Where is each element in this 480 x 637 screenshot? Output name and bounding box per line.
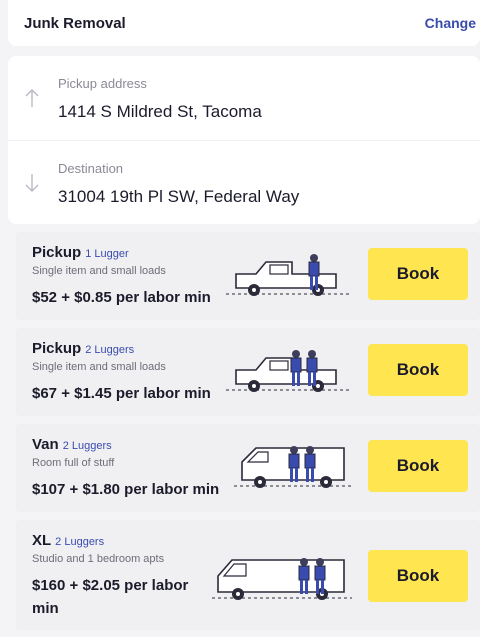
address-card: Pickup address 1414 S Mildred St, Tacoma… — [8, 56, 480, 224]
pickup-address-label: Pickup address — [58, 76, 147, 91]
vehicle-option-pickup-1[interactable]: Pickup 1 Lugger Single item and small loa… — [16, 232, 480, 320]
book-button[interactable]: Book — [368, 550, 468, 602]
vehicle-name: Pickup 1 Lugger — [32, 244, 129, 261]
vehicle-option-pickup-2[interactable]: Pickup 2 Luggers Single item and small lo… — [16, 328, 480, 416]
vehicle-name-text: XL — [32, 532, 52, 549]
vehicle-option-xl[interactable]: XL 2 Luggers Studio and 1 bedroom apts $1… — [16, 520, 480, 630]
luggers-count: 1 Lugger — [85, 248, 129, 260]
luggers-count: 2 Luggers — [85, 344, 135, 356]
xl-van-icon — [212, 548, 352, 611]
vehicle-name-text: Pickup — [32, 244, 82, 261]
vehicle-name-text: Van — [32, 436, 59, 453]
vehicle-description: Single item and small loads — [32, 265, 166, 277]
arrow-down-icon — [24, 171, 40, 195]
change-service-link[interactable]: Change — [425, 15, 476, 31]
vehicle-option-van[interactable]: Van 2 Luggers Room full of stuff $107 + $… — [16, 424, 480, 512]
book-button[interactable]: Book — [368, 344, 468, 396]
pickup-address-value: 1414 S Mildred St, Tacoma — [58, 102, 262, 121]
vehicle-price: $67 + $1.45 per labor min — [32, 385, 211, 402]
vehicle-name: Van 2 Luggers — [32, 436, 112, 453]
pickup-truck-icon — [226, 346, 351, 403]
vehicle-description: Single item and small loads — [32, 361, 166, 373]
vehicle-name: Pickup 2 Luggers — [32, 340, 134, 357]
luggers-count: 2 Luggers — [55, 536, 105, 548]
cargo-van-icon — [234, 440, 352, 499]
vehicle-description: Room full of stuff — [32, 457, 115, 469]
destination-value: 31004 19th Pl SW, Federal Way — [58, 187, 300, 206]
pickup-truck-icon — [226, 250, 351, 307]
book-button[interactable]: Book — [368, 248, 468, 300]
service-title: Junk Removal — [24, 14, 126, 32]
vehicle-price: $107 + $1.80 per labor min — [32, 481, 220, 498]
service-header: Junk Removal Change — [8, 0, 480, 46]
luggers-count: 2 Luggers — [62, 440, 112, 452]
destination-address-field[interactable]: Destination 31004 19th Pl SW, Federal Wa… — [8, 140, 480, 224]
vehicle-name-text: Pickup — [32, 340, 82, 357]
vehicle-description: Studio and 1 bedroom apts — [32, 553, 165, 565]
vehicle-price: $52 + $0.85 per labor min — [32, 289, 211, 306]
pickup-address-field[interactable]: Pickup address 1414 S Mildred St, Tacoma — [8, 56, 480, 140]
book-button[interactable]: Book — [368, 440, 468, 492]
arrow-up-icon — [24, 86, 40, 110]
vehicle-price: $160 + $2.05 per labor min — [32, 577, 189, 617]
destination-label: Destination — [58, 161, 124, 176]
vehicle-name: XL 2 Luggers — [32, 532, 104, 549]
